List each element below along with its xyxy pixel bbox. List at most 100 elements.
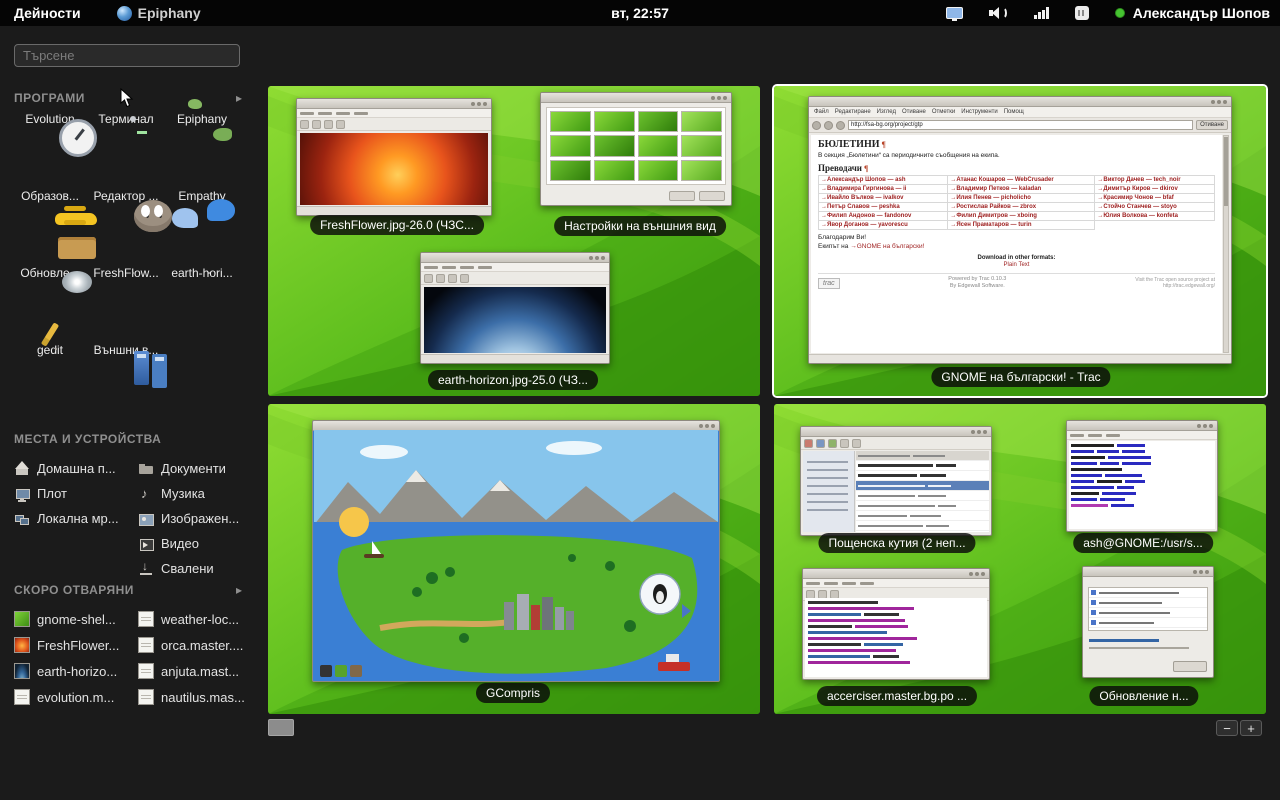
recent-expand-icon[interactable]	[236, 583, 242, 597]
workspace-thumbnail-indicator[interactable]	[268, 719, 294, 736]
folder-icon	[138, 461, 154, 477]
menu-item[interactable]: Помощ	[1004, 109, 1024, 115]
page-paragraph: В секция „Бюлетини“ са периодичните съоб…	[818, 152, 1215, 159]
scrollbar[interactable]	[1223, 135, 1229, 353]
window-software-update[interactable]	[1082, 566, 1214, 678]
recent-item[interactable]: orca.master....	[138, 632, 252, 658]
network-signal-icon[interactable]	[1034, 7, 1049, 19]
recent-item[interactable]: nautilus.mas...	[138, 684, 252, 710]
window-appearance-settings[interactable]	[540, 92, 732, 206]
app-item-earth-horizon[interactable]: earth-hori...	[164, 266, 240, 343]
place-item-desktop[interactable]: Плот	[14, 481, 128, 506]
app-item-gimp[interactable]: Редактор ...	[88, 189, 164, 266]
browser-menubar: Файл Редактиране Изглед Отиване Отметки …	[809, 107, 1231, 118]
app-item-external-drives[interactable]: Външни в...	[88, 343, 164, 420]
page-heading: БЮЛЕТИНИ¶	[818, 139, 1215, 150]
recent-item[interactable]: weather-loc...	[138, 606, 252, 632]
flower-image	[300, 133, 488, 205]
app-item-terminal[interactable]: Терминал	[88, 112, 164, 189]
workspace-bottom-right[interactable]: Пощенска кутия (2 неп... ash@GNOME:/usr/…	[774, 404, 1266, 714]
reload-icon[interactable]	[836, 121, 845, 130]
place-item-documents[interactable]: Документи	[138, 456, 252, 481]
display-icon[interactable]	[946, 7, 963, 19]
recent-label: anjuta.mast...	[161, 664, 239, 679]
workspace-top-right-active[interactable]: Файл Редактиране Изглед Отиване Отметки …	[774, 86, 1266, 396]
place-item-home[interactable]: Домашна п...	[14, 456, 128, 481]
plain-text-link[interactable]: Plain Text	[818, 262, 1215, 268]
menu-item[interactable]: Редактиране	[835, 109, 871, 115]
recent-item[interactable]: earth-horizo...	[14, 658, 128, 684]
window-freshflower[interactable]	[296, 98, 492, 216]
menu-item[interactable]: Файл	[814, 109, 829, 115]
forward-icon[interactable]	[824, 121, 833, 130]
address-bar[interactable]: http://fsa-bg.org/project/gtp	[848, 120, 1193, 130]
app-label: FreshFlow...	[88, 266, 164, 280]
recent-item[interactable]: gnome-shel...	[14, 606, 128, 632]
workspace-top-left[interactable]: FreshFlower.jpg-26.0 (ЧЗС... Настройки н…	[268, 86, 760, 396]
menu-item[interactable]: Отметки	[932, 109, 955, 115]
place-item-network[interactable]: Локална мр...	[14, 506, 128, 531]
volume-icon[interactable]	[989, 6, 1008, 20]
recent-item[interactable]: anjuta.mast...	[138, 658, 252, 684]
window-title-pill: earth-horizon.jpg-25.0 (ЧЗ...	[428, 370, 598, 390]
recent-item[interactable]: FreshFlower...	[14, 632, 128, 658]
mouse-cursor	[120, 88, 134, 108]
video-icon	[138, 536, 154, 552]
activities-button[interactable]: Дейности	[0, 0, 95, 26]
place-item-pictures[interactable]: Изображен...	[138, 506, 252, 531]
place-item-music[interactable]: Музика	[138, 481, 252, 506]
go-button[interactable]: Отиване	[1196, 120, 1228, 130]
window-earth-horizon[interactable]	[420, 252, 610, 364]
update-button[interactable]	[1173, 661, 1207, 672]
window-browser-trac[interactable]: Файл Редактиране Изглед Отиване Отметки …	[808, 96, 1232, 364]
place-label: Документи	[161, 461, 226, 476]
document-icon	[138, 611, 154, 627]
window-terminal[interactable]	[1066, 420, 1218, 532]
flower-thumb-icon	[14, 637, 30, 653]
gnome-bg-link[interactable]: →GNOME на български!	[850, 243, 924, 250]
input-method-icon[interactable]	[1075, 6, 1089, 20]
page-footer: trac Powered by Trac 0.10.3By Edgewall S…	[818, 273, 1215, 290]
toolbar	[297, 118, 491, 131]
workspace-bottom-left[interactable]: GCompris	[268, 404, 760, 714]
app-item-epiphany[interactable]: Epiphany	[164, 112, 240, 189]
search-input[interactable]	[14, 44, 240, 67]
browser-toolbar: http://fsa-bg.org/project/gtp Отиване	[809, 118, 1231, 133]
menu-item[interactable]: Инструменти	[961, 109, 997, 115]
recent-item[interactable]: evolution.m...	[14, 684, 128, 710]
app-menu-button[interactable]: Epiphany	[117, 0, 201, 26]
network-icon	[14, 511, 30, 527]
app-item-empathy[interactable]: Empathy	[164, 189, 240, 266]
place-item-video[interactable]: Видео	[138, 531, 252, 556]
toolbar	[801, 437, 991, 450]
menu-item[interactable]: Отиване	[902, 109, 926, 115]
window-title-pill: GCompris	[476, 683, 550, 703]
app-item-freshflower[interactable]: FreshFlow...	[88, 266, 164, 343]
update-description	[1089, 647, 1189, 649]
app-grid: Evolution Терминал Epiphany Образов... Р…	[12, 112, 244, 420]
visit-note: Visit the Trac open source project at ht…	[1115, 277, 1215, 289]
menubar	[421, 263, 609, 272]
workspace-remove-button[interactable]: −	[1216, 720, 1238, 736]
pilcrow-icon: ¶	[882, 140, 886, 149]
titlebar	[1083, 567, 1213, 577]
back-icon[interactable]	[812, 121, 821, 130]
app-item-evolution[interactable]: Evolution	[12, 112, 88, 189]
window-gcompris[interactable]	[312, 420, 720, 682]
earth-thumb-icon	[14, 663, 30, 679]
app-menu-label: Epiphany	[138, 5, 201, 21]
statusbar	[297, 206, 491, 215]
titlebar	[809, 97, 1231, 107]
user-menu[interactable]: Александър Шопов	[1115, 5, 1270, 21]
app-item-gedit[interactable]: gedit	[12, 343, 88, 420]
window-evolution-mail[interactable]	[800, 426, 992, 536]
window-gedit-po-file[interactable]	[802, 568, 990, 680]
place-label: Свалени	[161, 561, 214, 576]
place-item-downloads[interactable]: Свалени	[138, 556, 252, 581]
programs-expand-icon[interactable]	[236, 91, 242, 105]
clock-button[interactable]: вт, 22:57	[611, 0, 669, 26]
update-list	[1088, 587, 1208, 631]
menu-item[interactable]: Изглед	[877, 109, 896, 115]
workspace-add-button[interactable]: +	[1240, 720, 1262, 736]
page-subheading: Преводачи¶	[818, 163, 1215, 173]
